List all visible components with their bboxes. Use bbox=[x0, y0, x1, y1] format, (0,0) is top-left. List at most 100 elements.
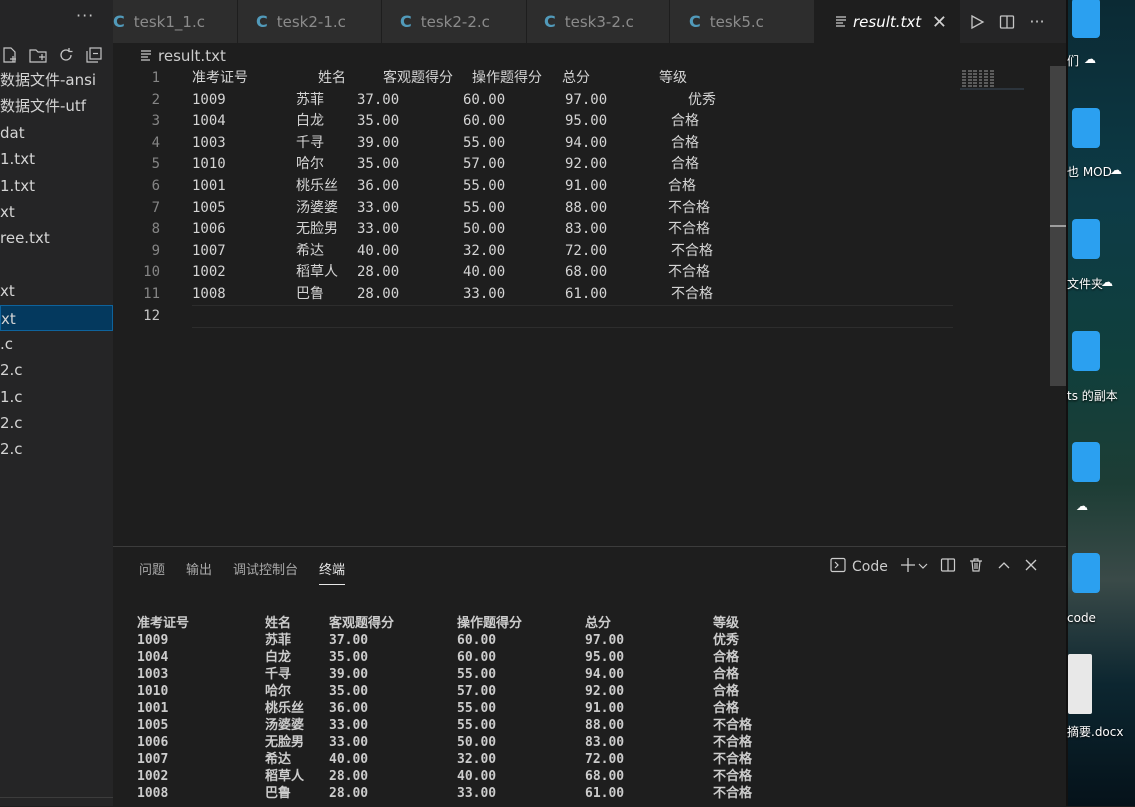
close-icon[interactable] bbox=[1024, 558, 1038, 576]
terminal-cell: 55.00 bbox=[457, 701, 497, 716]
cloud-icon: ☁ bbox=[1101, 275, 1113, 289]
tab-tesk3-2[interactable]: C tesk3-2.c bbox=[527, 0, 670, 43]
cloud-icon: ☁ bbox=[1110, 163, 1122, 177]
chevron-up-icon[interactable] bbox=[996, 557, 1012, 577]
editor-cell: 88.00 bbox=[565, 199, 608, 216]
desktop-label: ts 的副本 bbox=[1067, 389, 1118, 403]
editor-cell: 57.00 bbox=[463, 156, 506, 173]
editor-cell: 95.00 bbox=[565, 113, 608, 130]
editor-cell: 60.00 bbox=[463, 91, 506, 108]
editor-cell: 94.00 bbox=[565, 134, 608, 151]
tab-tesk2-1[interactable]: C tesk2-1.c bbox=[238, 0, 382, 43]
tab-tesk2-2[interactable]: C tesk2-2.c bbox=[382, 0, 527, 43]
desktop-label: 也 MOD bbox=[1067, 165, 1112, 179]
terminal-cell: 苏菲 bbox=[265, 633, 292, 648]
editor-cell: 1009 bbox=[192, 91, 226, 108]
tab-result-txt[interactable]: result.txt ✕ bbox=[815, 0, 960, 43]
terminal-cell: 61.00 bbox=[585, 786, 625, 801]
breadcrumb-file[interactable]: result.txt bbox=[158, 47, 226, 65]
more-actions-icon[interactable]: ··· bbox=[1028, 12, 1046, 31]
tab-tesk1_1[interactable]: C tesk1_1.c bbox=[113, 0, 238, 43]
file-tree-item[interactable]: 1.c bbox=[0, 384, 113, 410]
explorer-sidebar: ··· 数据文件-ansi 数据文件-utf dat 1.txt 1.txt xt ree.… bbox=[0, 0, 113, 806]
editor-line: 6 1001 桃乐丝 36.00 55.00 91.00 合格 bbox=[113, 175, 1053, 197]
tab-problems[interactable]: 问题 bbox=[139, 559, 165, 585]
breadcrumb[interactable]: result.txt bbox=[140, 46, 226, 66]
file-tree-item[interactable]: .c bbox=[0, 331, 113, 357]
terminal-cell: 55.00 bbox=[457, 718, 497, 733]
editor-cell: 37.00 bbox=[357, 91, 400, 108]
new-folder-icon[interactable] bbox=[28, 45, 48, 65]
desktop-folder-icon[interactable] bbox=[1072, 331, 1100, 371]
editor-actions: ··· bbox=[960, 0, 1066, 43]
line-number: 8 bbox=[151, 221, 160, 238]
editor-cell: 33.00 bbox=[357, 221, 400, 238]
chevron-down-icon[interactable] bbox=[918, 559, 928, 575]
split-editor-icon[interactable] bbox=[998, 13, 1016, 31]
editor-cell: 1008 bbox=[192, 286, 226, 302]
file-tree-item[interactable]: 数据文件-ansi bbox=[0, 67, 113, 93]
line-number: 1 bbox=[151, 70, 160, 86]
trash-icon[interactable] bbox=[968, 557, 984, 577]
minimap[interactable] bbox=[960, 68, 1024, 90]
collapse-all-icon[interactable] bbox=[84, 45, 104, 65]
file-tree-item[interactable]: xt bbox=[0, 278, 113, 304]
split-terminal-icon[interactable] bbox=[940, 557, 956, 577]
line-number: 4 bbox=[151, 134, 160, 151]
file-tree-item[interactable]: xt bbox=[0, 199, 113, 225]
terminal-cell: 83.00 bbox=[585, 735, 625, 750]
editor-line: 8 1006 无脸男 33.00 50.00 83.00 不合格 bbox=[113, 218, 1053, 240]
new-terminal-icon[interactable] bbox=[900, 557, 916, 577]
file-tree-item[interactable]: 2.c bbox=[0, 436, 113, 462]
desktop-folder-icon[interactable] bbox=[1072, 0, 1100, 38]
desktop-folder-icon[interactable] bbox=[1072, 442, 1100, 482]
line-number: 10 bbox=[143, 264, 160, 281]
line-number: 7 bbox=[151, 199, 160, 216]
file-tree-item[interactable]: 1.txt bbox=[0, 173, 113, 199]
desktop-folder-icon[interactable] bbox=[1072, 108, 1100, 148]
run-icon[interactable] bbox=[968, 13, 986, 31]
close-icon[interactable]: ✕ bbox=[932, 12, 947, 33]
terminal-cell: 1001 bbox=[137, 701, 169, 716]
editor-cell: 不合格 bbox=[668, 199, 710, 216]
terminal-cell: 操作题得分 bbox=[457, 616, 523, 631]
tab-debug-console[interactable]: 调试控制台 bbox=[233, 559, 298, 585]
file-tree-item[interactable]: ree.txt bbox=[0, 225, 113, 251]
editor-line: 7 1005 汤婆婆 33.00 55.00 88.00 不合格 bbox=[113, 197, 1053, 219]
file-tree-item[interactable]: 2.c bbox=[0, 410, 113, 436]
file-tree-item[interactable] bbox=[0, 252, 113, 278]
editor-cell: 稻草人 bbox=[296, 264, 338, 281]
file-tree-item[interactable]: dat bbox=[0, 120, 113, 146]
terminal-cell: 35.00 bbox=[329, 684, 369, 699]
file-tree-item[interactable]: 1.txt bbox=[0, 146, 113, 172]
terminal-cell: 1003 bbox=[137, 667, 169, 682]
cloud-icon: ☁ bbox=[1076, 499, 1088, 513]
desktop-folder-icon[interactable] bbox=[1072, 553, 1100, 593]
editor-cell: 1006 bbox=[192, 221, 226, 238]
editor-cell: 50.00 bbox=[463, 221, 506, 238]
tab-label: tesk2-1.c bbox=[276, 12, 346, 31]
editor-cell: 等级 bbox=[659, 70, 687, 86]
explorer-more-button[interactable]: ··· bbox=[76, 6, 94, 25]
tab-tesk5[interactable]: C tesk5.c bbox=[670, 0, 815, 43]
document-file-icon[interactable] bbox=[1068, 654, 1092, 714]
terminal-cell: 哈尔 bbox=[265, 684, 292, 699]
file-tree-item[interactable]: 2.c bbox=[0, 357, 113, 383]
desktop-folder-icon[interactable] bbox=[1072, 219, 1100, 259]
file-tree-item[interactable]: 数据文件-utf bbox=[0, 93, 113, 119]
tab-label: tesk1_1.c bbox=[133, 12, 205, 31]
tab-terminal[interactable]: 终端 bbox=[319, 559, 346, 585]
terminal-line: 1009 苏菲 37.00 60.00 97.00 优秀 bbox=[137, 632, 1037, 649]
file-tree-item[interactable]: xt bbox=[0, 304, 113, 331]
terminal-cell: 95.00 bbox=[585, 650, 625, 665]
terminal-cell: 92.00 bbox=[585, 684, 625, 699]
editor-cell: 不合格 bbox=[671, 286, 713, 302]
editor-cell: 巴鲁 bbox=[296, 286, 324, 302]
refresh-icon[interactable] bbox=[56, 45, 76, 65]
new-file-icon[interactable] bbox=[0, 45, 20, 65]
terminal-cell: 57.00 bbox=[457, 684, 497, 699]
tab-output[interactable]: 输出 bbox=[186, 559, 212, 585]
editor-cell: 32.00 bbox=[463, 242, 506, 259]
text-editor[interactable]: 1 准考证号 姓名 客观题得分 操作题得分 总分 等级 2 1009 苏菲 37.00 60.00 97… bbox=[113, 66, 1053, 546]
terminal-profile[interactable]: Code bbox=[830, 557, 888, 577]
